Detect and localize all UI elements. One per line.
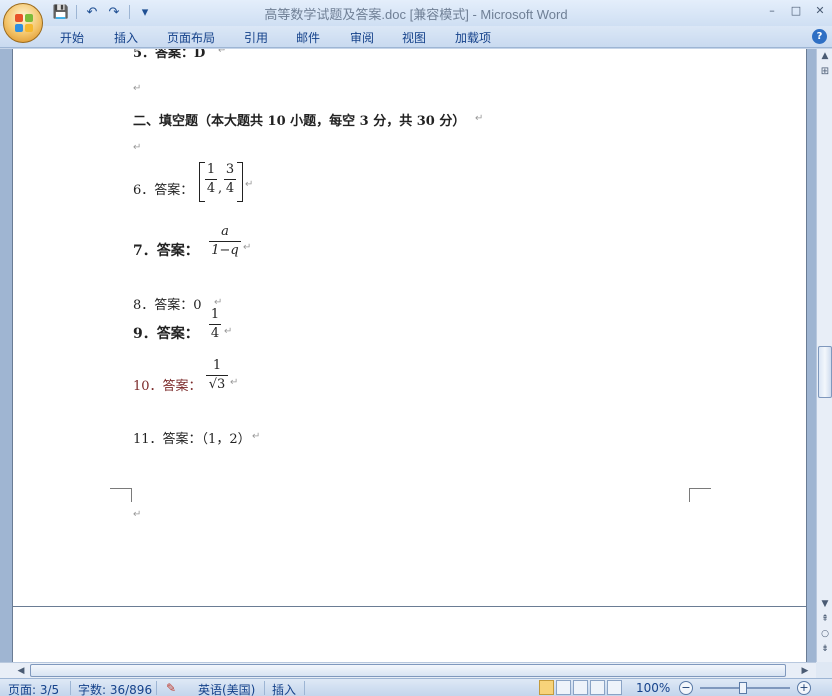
office-button[interactable] [3, 3, 43, 43]
window-title: 高等数学试题及答案.doc [兼容模式] - Microsoft Word [264, 7, 568, 22]
ribbon-tabs: 开始 插入 页面布局 引用 邮件 审阅 视图 加载项 ? [0, 26, 832, 48]
maximize-button[interactable]: □ [790, 4, 802, 17]
title-bar: 💾 ↶ ↷ ▾ 高等数学试题及答案.doc [兼容模式] - Microsoft… [0, 0, 832, 26]
tab-mailings[interactable]: 邮件 [296, 29, 320, 46]
comma: , [218, 181, 223, 196]
fraction-a-over-1-minus-q: a 1−q [209, 224, 241, 259]
horizontal-scrollbar[interactable]: ◀ ▶ [0, 662, 816, 678]
web-layout-icon[interactable] [573, 680, 588, 695]
scroll-up-icon[interactable]: ▲ [818, 49, 832, 63]
language-indicator[interactable]: 英语(美国) [198, 681, 255, 696]
fraction-1-over-sqrt3: 1 √3 [206, 358, 228, 393]
scroll-corner [816, 662, 832, 678]
help-icon[interactable]: ? [812, 29, 827, 44]
answer-11: 11．答案：（1，2） [133, 432, 251, 447]
draft-view-icon[interactable] [607, 680, 622, 695]
next-page-icon[interactable]: ⇟ [818, 642, 832, 656]
insert-mode[interactable]: 插入 [272, 681, 296, 696]
page-indicator[interactable]: 页面: 3/5 [8, 681, 59, 696]
answer-6-label: 6．答案： [133, 183, 194, 198]
answer-9-label: 9．答案： [133, 326, 199, 342]
scroll-down-icon[interactable]: ▼ [818, 597, 832, 611]
browse-object-icon[interactable]: ○ [818, 627, 832, 641]
tab-references[interactable]: 引用 [244, 29, 268, 46]
fraction-3-4: 34 [224, 162, 236, 196]
tab-add-ins[interactable]: 加载项 [455, 29, 491, 46]
paragraph-mark: ↵ [252, 431, 261, 442]
status-bar: 页面: 3/5 字数: 36/896 ✎ 英语(美国) 插入 100% − + [0, 678, 832, 696]
proofing-icon[interactable]: ✎ [166, 681, 176, 695]
tab-home[interactable]: 开始 [60, 29, 84, 46]
tab-page-layout[interactable]: 页面布局 [167, 29, 215, 46]
print-layout-view-icon[interactable] [539, 680, 554, 695]
scroll-left-icon[interactable]: ◀ [14, 664, 28, 678]
answer-10-label: 10．答案： [133, 379, 202, 394]
margin-corner-right [689, 488, 711, 502]
zoom-slider-knob[interactable] [739, 682, 747, 694]
fraction-1-4: 14 [209, 307, 221, 341]
paragraph-mark: ↵ [133, 142, 142, 153]
paragraph-mark: ↵ [230, 377, 239, 388]
status-divider [264, 681, 265, 695]
vertical-scroll-thumb[interactable] [818, 346, 832, 398]
status-divider [70, 681, 71, 695]
status-divider [156, 681, 157, 695]
window-controls: – □ ✕ [766, 4, 826, 17]
outline-view-icon[interactable] [590, 680, 605, 695]
answer-7-label: 7．答案： [133, 243, 199, 259]
right-bracket [237, 162, 243, 202]
paragraph-mark: ↵ [243, 242, 252, 253]
answer-8: 8．答案：0 [133, 298, 202, 313]
full-screen-reading-icon[interactable] [556, 680, 571, 695]
scroll-right-icon[interactable]: ▶ [798, 664, 812, 678]
tab-insert[interactable]: 插入 [114, 29, 138, 46]
paragraph-mark: ↵ [133, 509, 142, 520]
answer-5: 5．答案：D [133, 49, 206, 61]
margin-corner-left [110, 488, 132, 502]
vertical-scrollbar[interactable]: ▲ ⊞ ▼ ⇞ ○ ⇟ [816, 49, 832, 662]
next-page[interactable] [12, 606, 807, 662]
ruler-toggle-icon[interactable]: ⊞ [818, 65, 832, 79]
document-page[interactable]: 5．答案：D ↵ ↵ 二、填空题（本大题共 10 小题，每空 3 分，共 30 … [12, 49, 807, 641]
zoom-out-button[interactable]: − [679, 681, 693, 695]
word-count[interactable]: 字数: 36/896 [78, 681, 152, 696]
close-button[interactable]: ✕ [814, 4, 826, 17]
status-divider [304, 681, 305, 695]
paragraph-mark: ↵ [475, 113, 484, 124]
previous-page-icon[interactable]: ⇞ [818, 612, 832, 626]
minimize-button[interactable]: – [766, 4, 778, 17]
paragraph-mark: ↵ [245, 179, 254, 190]
section-heading: 二、填空题（本大题共 10 小题，每空 3 分，共 30 分） [133, 114, 466, 129]
fraction-1-4: 14 [205, 162, 217, 196]
horizontal-scroll-thumb[interactable] [30, 664, 786, 677]
tab-view[interactable]: 视图 [402, 29, 426, 46]
paragraph-mark: ↵ [218, 49, 227, 56]
paragraph-mark: ↵ [224, 326, 233, 337]
zoom-level[interactable]: 100% [636, 681, 670, 695]
office-logo-icon [15, 14, 33, 32]
document-area[interactable]: 5．答案：D ↵ ↵ 二、填空题（本大题共 10 小题，每空 3 分，共 30 … [0, 49, 816, 662]
tab-review[interactable]: 审阅 [350, 29, 374, 46]
paragraph-mark: ↵ [133, 83, 142, 94]
zoom-in-button[interactable]: + [797, 681, 811, 695]
